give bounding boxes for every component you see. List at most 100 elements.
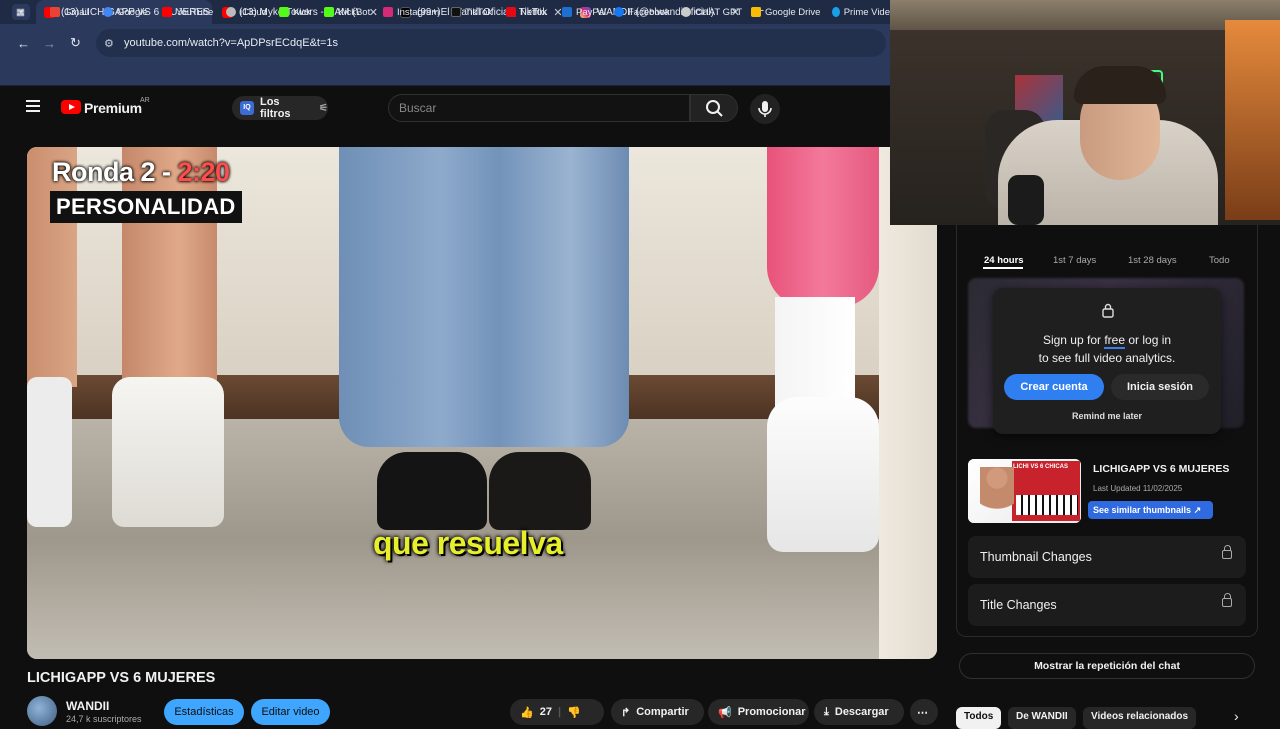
signup-text: or log in [1125,333,1172,347]
round-time: 2:20 [177,157,231,187]
bookmark-label: Facebook [628,6,670,18]
login-button[interactable]: Inicia sesión [1111,374,1209,400]
divider: | [557,706,562,718]
promote-label: Promocionar [737,706,806,718]
bookmark-netflix[interactable]: Netflix [506,4,546,20]
tab-1st-7-days[interactable]: 1st 7 days [1053,255,1096,266]
tab-todo[interactable]: Todo [1209,255,1230,266]
title-changes-row[interactable]: Title Changes [968,584,1246,626]
kick-icon [279,7,289,17]
bookmark-label: KickBot [338,6,371,18]
thumbnail-changes-row[interactable]: Thumbnail Changes [968,536,1246,578]
like-dislike-group: 👍 27 | 👎 [510,699,604,725]
category-overlay-tag: PERSONALIDAD [50,191,242,223]
round-overlay-text: Ronda 2 - 2:20 [52,157,230,188]
bookmark-label: Google [117,6,148,18]
more-horizontal-icon: ⋯ [917,706,928,719]
bookmark-kickbot[interactable]: KickBot [324,4,370,20]
voice-search-button[interactable] [750,94,780,124]
netflix-icon [506,7,516,17]
youtube-logo-icon[interactable] [61,100,81,114]
lock-icon [1222,593,1232,607]
bookmark-label: PayPal [576,6,607,18]
youtube-icon [162,7,172,17]
gmail-icon [50,7,60,17]
site-settings-icon[interactable]: ⚙ [104,37,114,50]
sliders-icon: ⚟ [319,102,328,114]
video-frame-shoe [489,452,591,530]
thumbs-down-icon[interactable]: 👎 [567,706,581,719]
share-button[interactable]: ↱ Compartir [611,699,704,725]
video-frame-jeans [339,147,629,447]
bookmark-google-drive[interactable]: Google Drive [751,4,820,20]
chip-videos-relacionados[interactable]: Videos relacionados [1083,707,1197,729]
video-player[interactable]: Ronda 2 - 2:20 PERSONALIDAD que resuelva [27,147,937,659]
signup-free-link[interactable]: free [1104,333,1126,349]
video-frame-sneaker [767,397,879,552]
bookmark-icloud[interactable]: iCloud [226,4,267,20]
bookmark-label: Google Drive [765,6,821,18]
bookmark-prime-video[interactable]: Prime Vide [832,4,890,20]
bookmark-label: CHAT GPT [695,6,743,18]
bookmark-label: Prime Vide [843,6,890,18]
thumbnail-person [980,467,1014,523]
chevron-right-icon[interactable]: › [1234,708,1239,724]
reload-icon[interactable]: ↻ [70,35,81,51]
chip-todos[interactable]: Todos [956,707,1002,729]
channel-name[interactable]: WANDII [66,699,109,713]
bookmark-gmail[interactable]: Gmail [50,4,89,20]
apps-grid-icon[interactable]: ▦ [16,4,25,20]
forward-arrow-icon[interactable]: → [43,36,56,51]
kickbot-icon [324,7,334,17]
video-frame-sneaker [27,377,72,527]
paypal-icon [562,7,572,17]
bookmark-youtube[interactable]: YouTube [162,4,213,20]
filters-button[interactable]: IQ Los filtros ⚟ [232,96,328,120]
lock-icon [1101,302,1115,323]
bookmark-facebook[interactable]: Facebook [614,4,670,20]
thumbs-up-icon[interactable]: 👍 [520,706,534,719]
channel-avatar[interactable] [27,696,57,726]
edit-video-button[interactable]: Editar video [251,699,330,725]
url-text[interactable]: youtube.com/watch?v=ApDPsrECdqE&t=1s [124,37,338,49]
hamburger-menu-icon[interactable] [26,100,40,114]
show-chat-replay-button[interactable]: Mostrar la repetición del chat [959,653,1255,679]
bookmark-google[interactable]: Google [103,4,148,20]
remind-later-link[interactable]: Remind me later [993,411,1221,421]
tab-24-hours[interactable]: 24 hours [984,255,1024,266]
webcam-ceiling [890,0,1280,30]
chatgpt-icon [681,7,691,17]
signup-text: to see full video analytics. [1038,351,1176,365]
tab-1st-28-days[interactable]: 1st 28 days [1128,255,1177,266]
promote-button[interactable]: 📢 Promocionar [708,699,809,725]
youtube-premium-logo[interactable]: Premium [84,100,142,116]
analytics-button[interactable]: Estadísticas [164,699,244,725]
bookmark-label: Gmail [64,6,89,18]
active-tab-indicator [983,267,1023,269]
search-input[interactable]: Buscar [388,94,690,122]
bookmark-instagram[interactable]: Instagram [383,4,439,20]
webcam-microphone [1008,175,1044,225]
download-button[interactable]: ⤓ Descargar [814,699,904,725]
lock-icon [1222,545,1232,559]
external-link-icon: ↗ [1193,505,1202,515]
more-actions-button[interactable]: ⋯ [910,699,938,725]
search-button[interactable] [690,94,738,122]
like-count[interactable]: 27 [540,706,552,718]
webcam-person-hair [1074,66,1166,104]
iq-badge-icon: IQ [240,101,254,115]
share-icon: ↱ [621,706,631,719]
bookmark-tiktok[interactable]: TikTok [451,4,492,20]
chip-de-wandii[interactable]: De WANDII [1008,707,1076,729]
bookmark-paypal[interactable]: PayPal [562,4,606,20]
video-thumbnail[interactable]: LICHI VS 6 CHICAS [968,459,1081,523]
similar-thumbnails-button[interactable]: See similar thumbnails ↗ [1088,501,1213,519]
back-arrow-icon[interactable]: ← [17,36,30,51]
bookmark-chatgpt[interactable]: CHAT GPT [681,4,742,20]
megaphone-icon: 📢 [718,706,732,719]
title-changes-label: Title Changes [980,598,1057,612]
create-account-button[interactable]: Crear cuenta [1004,374,1104,400]
bookmark-kick[interactable]: Kick [279,4,311,20]
thumbnail-video-title: LICHIGAPP VS 6 MUJERES [1093,463,1230,475]
video-frame-shoe [377,452,487,530]
